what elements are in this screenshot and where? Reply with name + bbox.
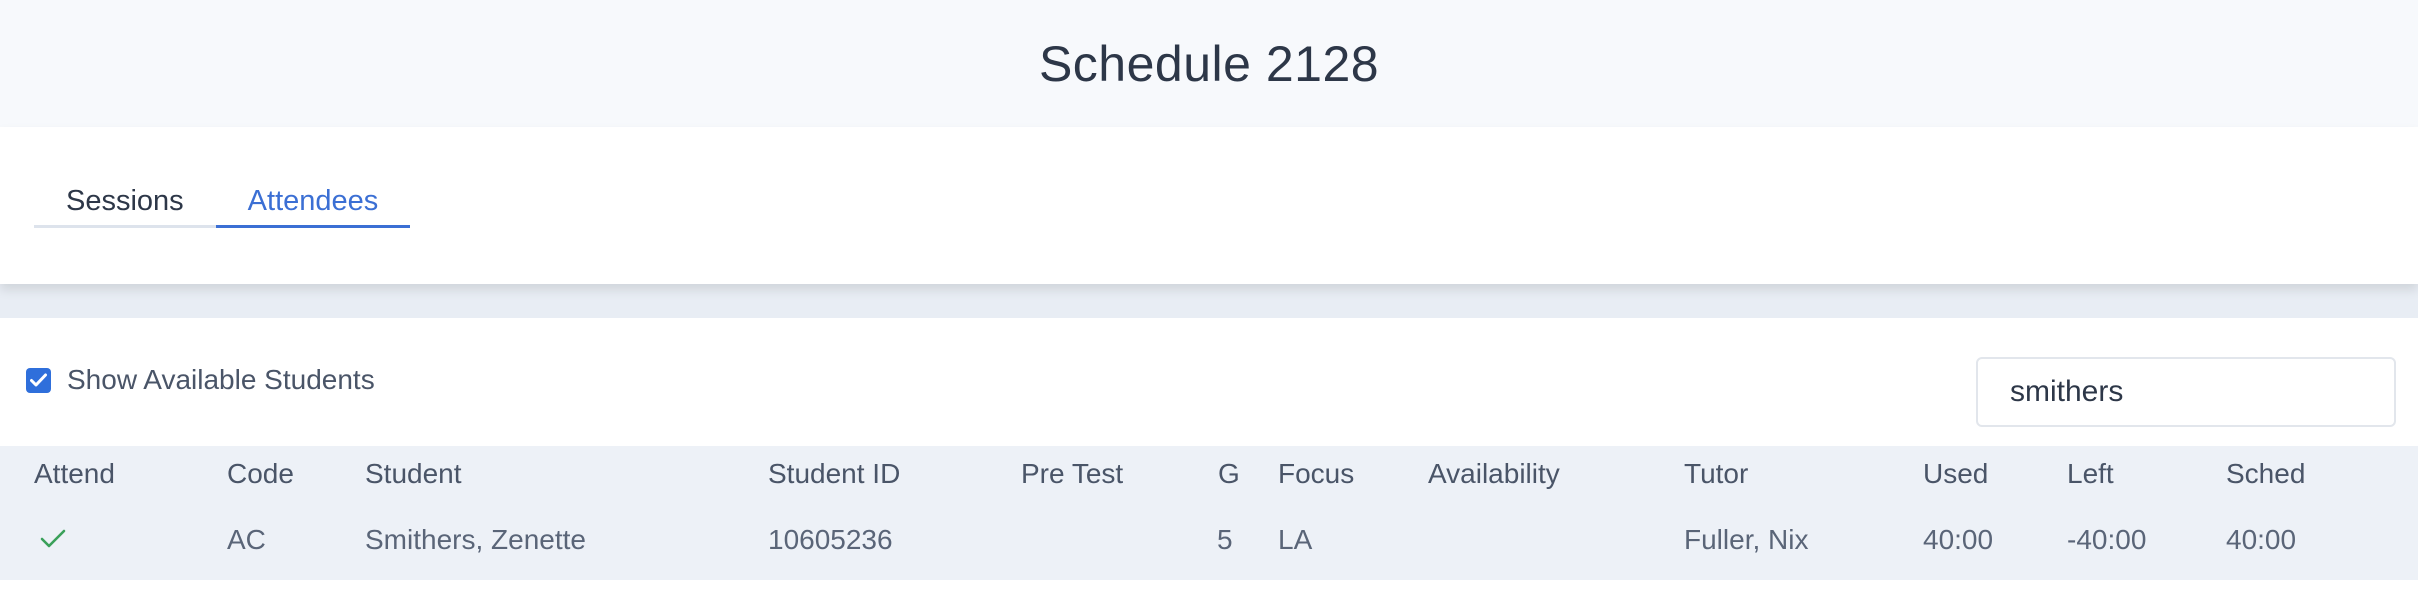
show-available-label: Show Available Students [67,364,375,395]
tab-bar: Sessions Attendees [34,181,411,228]
page-header: Schedule 2128 [0,0,2418,127]
cell-g: 5 [1217,524,1233,555]
checkmark-icon [30,373,47,387]
attendees-table: Attend Code Student Student ID Pre Test … [0,446,2418,580]
section-divider [0,284,2418,318]
column-header-student[interactable]: Student [365,458,462,490]
show-available-toggle[interactable]: Show Available Students [26,364,375,396]
column-header-used[interactable]: Used [1923,458,1988,490]
column-header-left[interactable]: Left [2067,458,2114,490]
page-title: Schedule 2128 [1038,35,1380,92]
cell-student: Smithers, Zenette [365,524,586,555]
show-available-checkbox[interactable] [26,367,51,393]
filter-bar: Show Available Students [0,318,2418,446]
cell-focus: LA [1278,524,1313,555]
cell-sched: 40:00 [2226,524,2297,555]
search-input[interactable] [1976,357,2396,427]
column-header-sched[interactable]: Sched [2226,458,2305,490]
column-header-attend[interactable]: Attend [34,458,115,490]
column-header-pre-test[interactable]: Pre Test [1021,458,1123,490]
cell-left: -40:00 [2067,524,2147,555]
tabs-card: Sessions Attendees [0,127,2418,284]
cell-tutor: Fuller, Nix [1684,524,1809,555]
tab-sessions[interactable]: Sessions [34,181,216,225]
cell-student-id: 10605236 [768,524,893,555]
column-header-code[interactable]: Code [227,458,294,490]
cell-code: AC [227,524,266,555]
column-header-availability[interactable]: Availability [1428,458,1560,490]
column-header-student-id[interactable]: Student ID [768,458,900,490]
tab-attendees[interactable]: Attendees [215,181,411,228]
column-header-tutor[interactable]: Tutor [1684,458,1748,490]
column-header-focus[interactable]: Focus [1278,458,1354,490]
column-header-g[interactable]: G [1218,458,1240,490]
check-icon[interactable] [40,528,66,555]
cell-used: 40:00 [1923,524,1994,555]
